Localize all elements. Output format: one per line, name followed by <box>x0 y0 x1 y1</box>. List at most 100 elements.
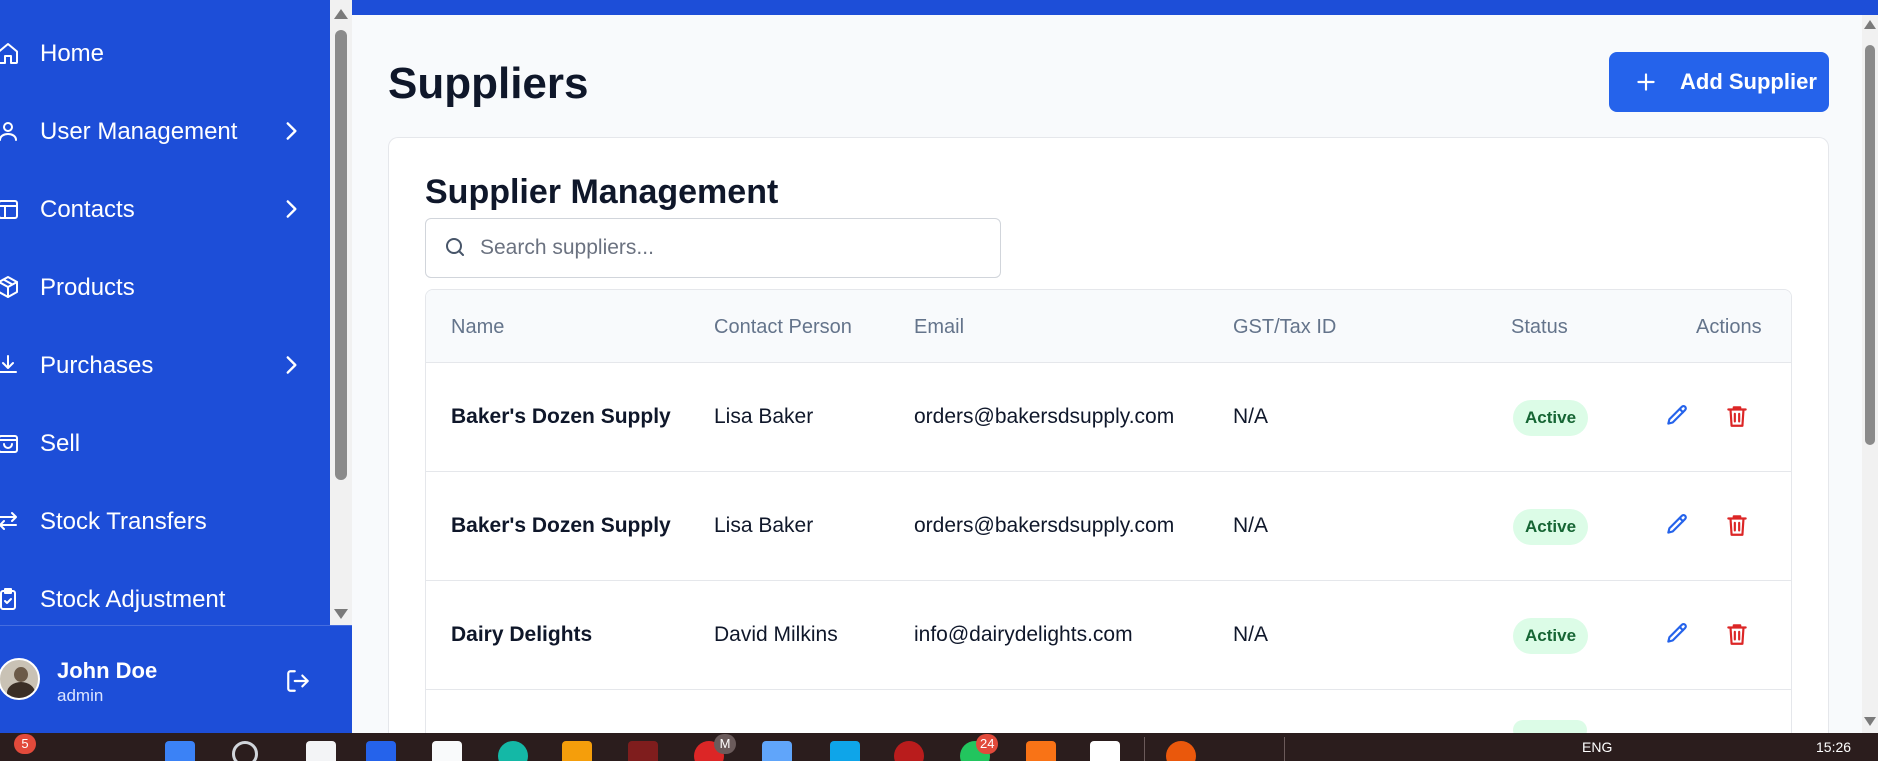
app-icon[interactable] <box>366 741 396 761</box>
tax-id: N/A <box>1233 405 1269 428</box>
scrollbar-thumb[interactable] <box>1865 45 1875 445</box>
app-icon[interactable] <box>762 741 792 761</box>
trash-icon[interactable] <box>1724 512 1750 538</box>
search-box <box>425 218 1001 278</box>
search-icon[interactable] <box>232 741 258 761</box>
scroll-up-arrow-icon[interactable] <box>334 9 348 19</box>
notification-badge[interactable]: 5 <box>14 734 36 754</box>
sidebar-item-stock-transfers[interactable]: Stock Transfers <box>0 492 330 550</box>
app-icon[interactable] <box>1166 741 1196 761</box>
avatar[interactable] <box>0 658 40 700</box>
supplier-email: orders@bakersdsupply.com <box>914 405 1175 428</box>
contact-person: Lisa Baker <box>714 514 814 537</box>
file-explorer-icon[interactable] <box>306 741 336 761</box>
trash-icon[interactable] <box>1724 403 1750 429</box>
column-header-contact-person[interactable]: Contact Person <box>714 315 852 339</box>
taskbar: 5 M 24 ENG 15:26 <box>0 733 1878 761</box>
sidebar: Home User Management Contacts Products P… <box>0 0 352 733</box>
search-input[interactable] <box>480 229 980 267</box>
edit-icon[interactable] <box>1664 621 1690 647</box>
sidebar-item-contacts[interactable]: Contacts <box>0 180 330 238</box>
tax-id: N/A <box>1233 623 1269 646</box>
table-row[interactable]: Baker's Dozen Supply Lisa Baker orders@b… <box>426 472 1791 581</box>
arrows-left-right-icon <box>0 509 20 533</box>
user-icon <box>0 119 20 143</box>
add-supplier-label: Add Supplier <box>1680 69 1817 94</box>
sidebar-item-purchases[interactable]: Purchases <box>0 336 330 394</box>
clock-time[interactable]: 15:26 <box>1816 739 1851 755</box>
chevron-right-icon <box>278 352 304 378</box>
download-icon <box>0 353 20 377</box>
table-header: Name Contact Person Email GST/Tax ID Sta… <box>426 290 1791 363</box>
app-icon[interactable] <box>432 741 462 761</box>
top-bar <box>352 0 1878 15</box>
trash-icon[interactable] <box>1724 621 1750 647</box>
sidebar-item-label: Products <box>40 274 135 301</box>
tax-id: N/A <box>1233 514 1269 537</box>
page-scrollbar[interactable] <box>1862 15 1878 733</box>
message-count-badge: 24 <box>976 734 999 754</box>
sidebar-item-home[interactable]: Home <box>0 24 330 82</box>
supplier-name: Baker's Dozen Supply <box>451 405 671 428</box>
sidebar-item-label: User Management <box>40 118 238 145</box>
status-badge: Active <box>1513 400 1589 436</box>
calendar-icon[interactable] <box>1090 741 1120 761</box>
home-icon <box>0 41 20 65</box>
sidebar-item-user-management[interactable]: User Management <box>0 102 330 160</box>
scrollbar-thumb[interactable] <box>335 30 347 480</box>
app-icon[interactable] <box>894 741 924 761</box>
sidebar-item-products[interactable]: Products <box>0 258 330 316</box>
sidebar-item-stock-adjustment[interactable]: Stock Adjustment <box>0 570 330 628</box>
edit-icon[interactable] <box>1664 512 1690 538</box>
taskbar-separator <box>1144 737 1145 761</box>
user-name: John Doe <box>57 658 158 683</box>
card-title: Supplier Management <box>425 173 779 211</box>
supplier-email: orders@bakersdsupply.com <box>914 514 1175 537</box>
status-badge: Active <box>1513 618 1589 654</box>
chevron-right-icon <box>278 118 304 144</box>
add-supplier-button[interactable]: Add Supplier <box>1609 52 1829 112</box>
app-icon[interactable] <box>830 741 860 761</box>
folder-icon[interactable] <box>562 741 592 761</box>
table-row[interactable]: Dairy Delights David Milkins info@dairyd… <box>426 581 1791 690</box>
edit-icon[interactable] <box>1664 403 1690 429</box>
column-header-tax-id[interactable]: GST/Tax ID <box>1233 315 1336 339</box>
contact-person: David Milkins <box>714 623 838 646</box>
scroll-down-arrow-icon[interactable] <box>1864 717 1876 726</box>
edge-browser-icon[interactable] <box>498 741 528 761</box>
sidebar-scrollbar[interactable] <box>330 0 352 625</box>
user-role: admin <box>57 686 104 705</box>
sidebar-item-label: Stock Transfers <box>40 508 207 535</box>
supplier-name: Dairy Delights <box>451 623 593 646</box>
sidebar-item-label: Sell <box>40 430 81 457</box>
search-icon <box>443 235 467 259</box>
supplier-name: Baker's Dozen Supply <box>451 514 671 537</box>
app-icon[interactable] <box>628 741 658 761</box>
package-icon <box>0 275 20 299</box>
contact-person: Lisa Baker <box>714 405 814 428</box>
column-header-email[interactable]: Email <box>914 315 964 339</box>
app-icon[interactable] <box>1026 741 1056 761</box>
column-header-actions: Actions <box>1696 316 1762 338</box>
logout-icon[interactable] <box>285 668 311 694</box>
scroll-down-arrow-icon[interactable] <box>334 609 348 619</box>
status-badge: Active <box>1513 509 1589 545</box>
contacts-icon <box>0 197 20 221</box>
sidebar-item-label: Contacts <box>40 196 135 223</box>
shopping-bag-icon <box>0 431 20 455</box>
clipboard-check-icon <box>0 587 20 611</box>
language-indicator[interactable]: ENG <box>1582 739 1612 755</box>
page-title: Suppliers <box>388 59 589 108</box>
supplier-email: info@dairydelights.com <box>914 623 1133 646</box>
sidebar-item-sell[interactable]: Sell <box>0 414 330 472</box>
table-row[interactable]: Baker's Dozen Supply Lisa Baker orders@b… <box>426 363 1791 472</box>
taskbar-separator <box>1284 737 1285 761</box>
column-header-name[interactable]: Name <box>451 315 504 339</box>
plus-icon <box>1633 69 1659 95</box>
chevron-right-icon <box>278 196 304 222</box>
scroll-up-arrow-icon[interactable] <box>1864 20 1876 29</box>
windows-start-icon[interactable] <box>165 741 195 761</box>
sidebar-item-label: Home <box>40 40 105 67</box>
sidebar-item-label: Stock Adjustment <box>40 586 226 613</box>
column-header-status[interactable]: Status <box>1511 315 1568 339</box>
